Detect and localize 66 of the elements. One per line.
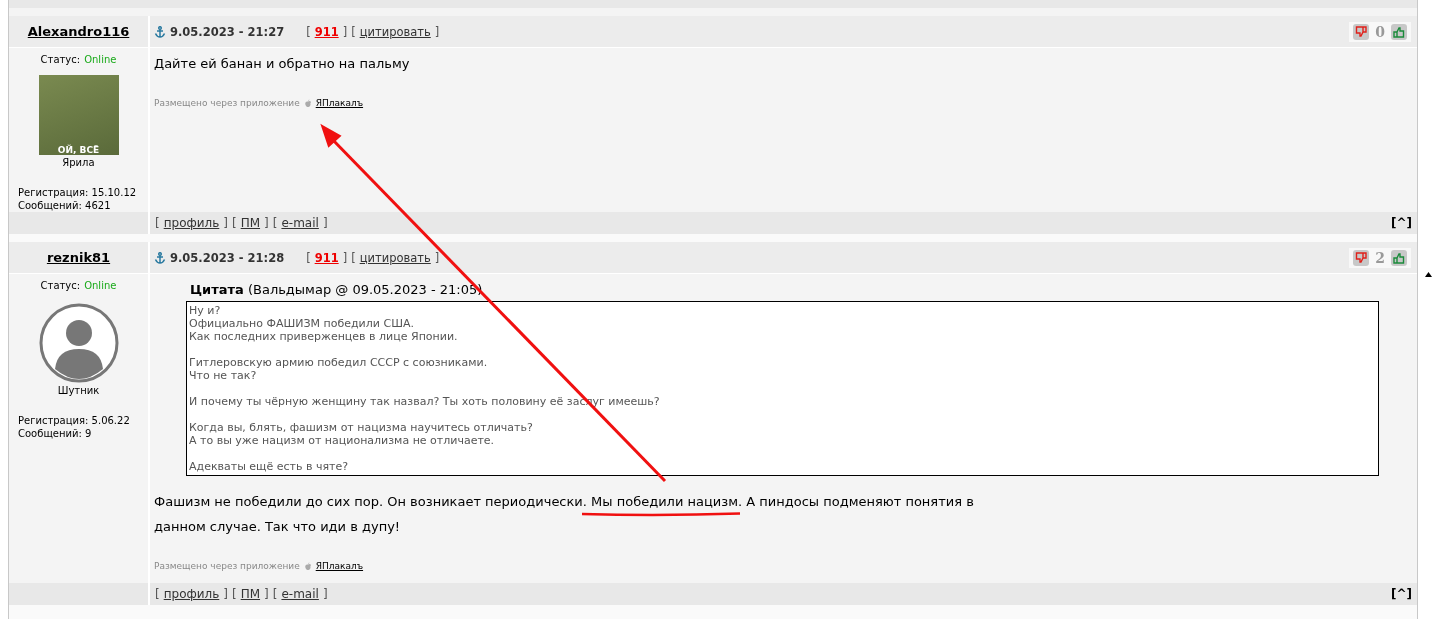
bracket: ] (264, 587, 269, 601)
thumbs-up-icon[interactable] (1391, 249, 1407, 266)
scroll-up-icon[interactable] (1425, 272, 1432, 277)
post-date: 9.05.2023 - 21:27 (170, 24, 285, 39)
vote-count: 0 (1375, 23, 1385, 40)
avatar-caption: ОЙ, ВСЁ (57, 145, 100, 155)
anchor-icon[interactable] (154, 25, 166, 38)
bracket: [ (232, 216, 237, 230)
status-value: Online (84, 280, 117, 291)
rating-link[interactable]: 911 (314, 250, 339, 265)
post-date: 9.05.2023 - 21:28 (170, 250, 285, 265)
footer-link[interactable]: ПМ (240, 587, 261, 601)
bracket: [ (232, 587, 237, 601)
footer-link[interactable]: профиль (163, 587, 220, 601)
bracket: [ (351, 24, 356, 39)
bracket: ] (342, 250, 348, 265)
post-text-line: Фашизм не победили до сих пор. Он возникает периодически. Мы победили нацизм. А пиндосы подменяют понятия в (154, 494, 974, 510)
status-label: Статус: (40, 54, 81, 65)
posted-via-text: Размещено через приложение (154, 98, 300, 108)
message-count: Сообщений: 4621 (18, 199, 112, 212)
bracket: ] (434, 250, 440, 265)
status-label: Статус: (40, 280, 81, 291)
scroll-top-link[interactable]: [^] (1390, 216, 1412, 230)
registration-date: Регистрация: 15.10.12 (18, 186, 137, 199)
bracket: [ (272, 587, 278, 601)
user-rank: Шутник (57, 385, 100, 396)
bracket: ] (342, 24, 348, 39)
bracket: [ (306, 250, 311, 265)
bracket: [ (155, 216, 160, 230)
message-count: Сообщений: 9 (18, 427, 93, 440)
footer-link[interactable]: профиль (163, 216, 220, 230)
quote-link[interactable]: цитировать (359, 250, 431, 265)
rating-link[interactable]: 911 (314, 24, 339, 39)
author-link[interactable]: reznik81 (46, 250, 111, 265)
bracket: [ (306, 24, 311, 39)
bracket: ] (322, 216, 328, 230)
footer-link[interactable]: ПМ (240, 216, 261, 230)
user-rank: Ярила (62, 157, 95, 168)
thumbs-down-icon[interactable] (1353, 249, 1370, 266)
bracket: ] (223, 587, 228, 601)
thumbs-down-icon[interactable] (1353, 23, 1370, 40)
bracket: ] (223, 216, 228, 230)
app-link[interactable]: ЯПлакалъ (315, 561, 364, 571)
app-link[interactable]: ЯПлакалъ (315, 98, 364, 108)
avatar-silhouette-icon (38, 303, 119, 383)
apple-icon (303, 98, 312, 108)
bracket: ] (434, 24, 440, 39)
apple-icon (303, 561, 312, 571)
scroll-top-link[interactable]: [^] (1390, 587, 1412, 601)
author-link[interactable]: Alexandro116 (27, 24, 130, 39)
status-value: Online (84, 54, 117, 65)
bracket: [ (272, 216, 278, 230)
post-text-line: Дайте ей банан и обратно на пальму (154, 56, 410, 72)
bracket: [ (351, 250, 356, 265)
bracket: [ (155, 587, 160, 601)
vote-count: 2 (1375, 249, 1385, 266)
post-text-line: данном случае. Так что иди в дупу! (154, 519, 401, 535)
bracket: ] (264, 216, 269, 230)
footer-link[interactable]: e-mail (281, 216, 319, 230)
anchor-icon[interactable] (154, 251, 166, 264)
footer-link[interactable]: e-mail (281, 587, 319, 601)
posted-via-text: Размещено через приложение (154, 561, 300, 571)
registration-date: Регистрация: 5.06.22 (18, 414, 130, 427)
thumbs-up-icon[interactable] (1391, 23, 1407, 40)
bracket: ] (322, 587, 328, 601)
quote-link[interactable]: цитировать (359, 24, 431, 39)
